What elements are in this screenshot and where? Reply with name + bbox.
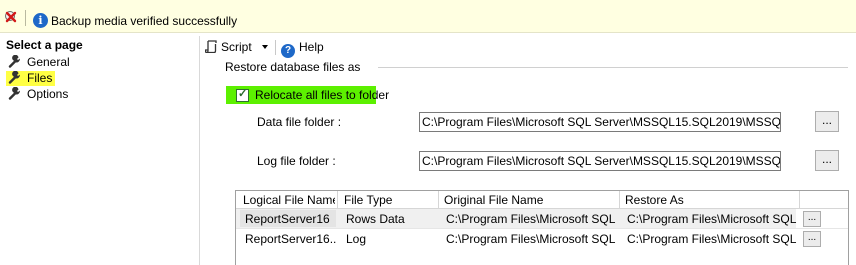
nav-item-options[interactable]: Options: [6, 87, 71, 102]
info-icon: i: [33, 13, 48, 28]
cell-logical-name[interactable]: ReportServer16...: [245, 232, 337, 246]
cell-original-file[interactable]: C:\Program Files\Microsoft SQL ...: [446, 232, 617, 246]
error-close-icon[interactable]: [4, 10, 18, 24]
row-browse-button[interactable]: ...: [803, 211, 821, 227]
select-page-heading: Select a page: [6, 38, 83, 52]
wrench-icon: [8, 87, 20, 100]
row-divider: [236, 228, 848, 229]
notification-separator: [25, 10, 26, 26]
cell-file-type[interactable]: Log: [346, 232, 436, 246]
restore-files-group-label: Restore database files as: [225, 60, 361, 74]
nav-item-label: Options: [27, 87, 69, 101]
cell-logical-name[interactable]: ReportServer16: [245, 212, 337, 226]
column-header-logical[interactable]: Logical File Name: [243, 193, 335, 207]
help-label: Help: [299, 40, 324, 54]
cell-restore-as[interactable]: C:\Program Files\Microsoft SQL ...: [627, 212, 797, 226]
help-button[interactable]: ? Help: [281, 39, 324, 58]
column-divider: [337, 191, 338, 209]
data-folder-label: Data file folder :: [257, 115, 342, 129]
nav-item-label: Files: [27, 71, 53, 85]
checkmark-icon: ✓: [238, 88, 248, 100]
log-folder-browse-button[interactable]: ...: [815, 150, 839, 171]
relocate-label[interactable]: Relocate all files to folder: [255, 88, 389, 102]
column-divider: [438, 191, 439, 209]
log-folder-input[interactable]: C:\Program Files\Microsoft SQL Server\MS…: [419, 151, 781, 171]
script-dropdown-arrow-icon[interactable]: [262, 45, 268, 49]
nav-item-general[interactable]: General: [6, 55, 73, 70]
script-button[interactable]: Script: [205, 39, 252, 55]
data-folder-browse-button[interactable]: ...: [815, 111, 839, 132]
row-browse-button[interactable]: ...: [803, 231, 821, 247]
help-icon: ?: [281, 44, 295, 58]
toolbar-separator: [275, 40, 276, 55]
notification-message: Backup media verified successfully: [51, 14, 238, 28]
group-divider: [378, 67, 848, 68]
nav-item-label: General: [27, 55, 70, 69]
cell-restore-as[interactable]: C:\Program Files\Microsoft SQL ...: [627, 232, 797, 246]
column-header-original[interactable]: Original File Name: [444, 193, 616, 207]
column-divider: [799, 191, 800, 209]
wrench-icon: [8, 71, 20, 84]
script-label: Script: [221, 40, 252, 54]
log-folder-label: Log file folder :: [257, 154, 336, 168]
cell-original-file[interactable]: C:\Program Files\Microsoft SQL ...: [446, 212, 617, 226]
column-header-restore[interactable]: Restore As: [625, 193, 797, 207]
nav-item-files[interactable]: Files: [6, 71, 56, 86]
script-icon: [205, 40, 217, 53]
column-header-type[interactable]: File Type: [344, 193, 436, 207]
column-divider: [619, 191, 620, 209]
data-folder-input[interactable]: C:\Program Files\Microsoft SQL Server\MS…: [419, 112, 781, 132]
cell-file-type[interactable]: Rows Data: [346, 212, 436, 226]
wrench-icon: [8, 55, 20, 68]
